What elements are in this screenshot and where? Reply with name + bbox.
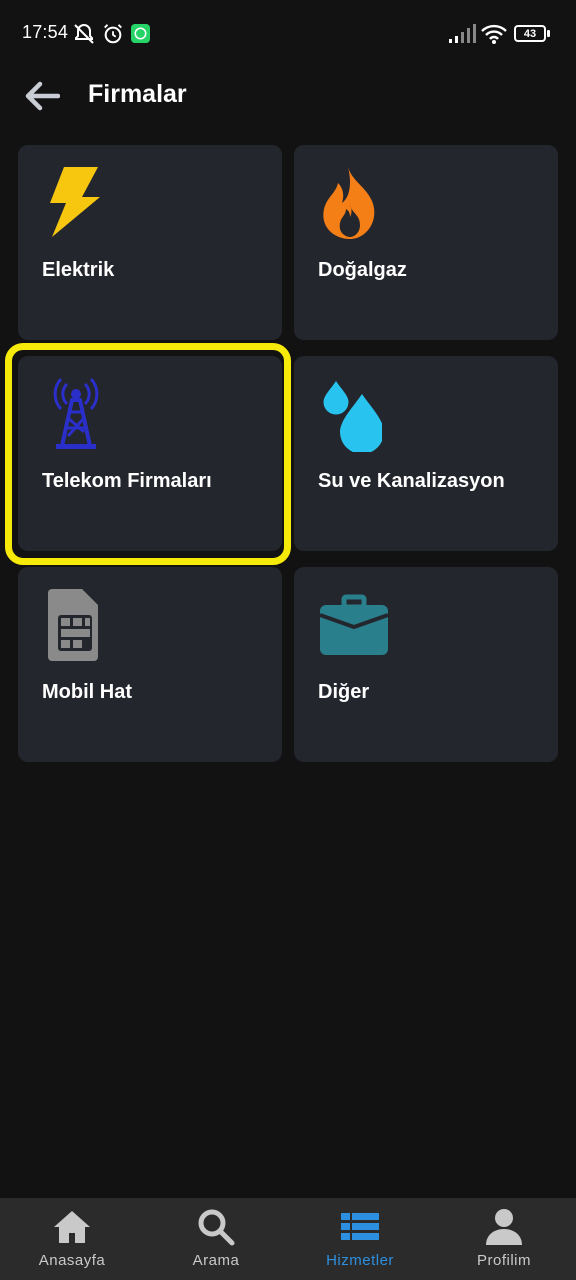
signal-tower-icon: [53, 378, 99, 449]
category-label: Doğalgaz: [318, 259, 407, 281]
bell-off-icon: [74, 23, 94, 44]
nav-item-hizmetler[interactable]: Hizmetler: [288, 1198, 432, 1280]
category-label: Elektrik: [42, 259, 115, 281]
search-icon: [198, 1209, 235, 1246]
flame-icon: [323, 167, 375, 239]
category-card-elektrik[interactable]: Elektrik: [18, 145, 282, 340]
water-drops-icon: [320, 376, 382, 452]
nav-label: Anasayfa: [38, 1252, 106, 1269]
bottom-navigation: Anasayfa Arama Hizmetler Profilim: [0, 1198, 576, 1280]
nav-label: Arama: [192, 1252, 240, 1269]
category-card-su-kanalizasyon[interactable]: Su ve Kanalizasyon: [294, 356, 558, 551]
wifi-icon: [481, 24, 507, 44]
alarm-icon: [104, 24, 122, 44]
battery-icon: 43: [514, 25, 546, 42]
page-title: Firmalar: [88, 80, 187, 108]
battery-level: 43: [523, 27, 537, 40]
category-card-mobil-hat[interactable]: Mobil Hat: [18, 567, 282, 762]
list-icon: [341, 1213, 379, 1240]
nav-label: Hizmetler: [326, 1252, 394, 1269]
nav-item-profilim[interactable]: Profilim: [432, 1198, 576, 1280]
back-button[interactable]: [18, 76, 66, 116]
category-card-diger[interactable]: Diğer: [294, 567, 558, 762]
signal-icon: [449, 24, 476, 43]
user-icon: [486, 1209, 522, 1245]
status-bar: 17:54 43: [0, 0, 576, 68]
nav-item-arama[interactable]: Arama: [144, 1198, 288, 1280]
category-card-dogalgaz[interactable]: Doğalgaz: [294, 145, 558, 340]
category-label: Su ve Kanalizasyon: [318, 470, 505, 492]
status-time: 17:54: [22, 22, 69, 42]
lightning-bolt-icon: [50, 167, 100, 237]
category-label: Telekom Firmaları: [42, 470, 212, 492]
nav-label: Profilim: [476, 1252, 531, 1269]
arrow-left-icon: [25, 81, 60, 111]
category-card-telekom[interactable]: Telekom Firmaları: [18, 356, 282, 551]
briefcase-icon: [319, 594, 389, 655]
whatsapp-icon: [131, 24, 150, 43]
category-label: Diğer: [318, 681, 370, 703]
nav-item-anasayfa[interactable]: Anasayfa: [0, 1198, 144, 1280]
home-icon: [54, 1211, 90, 1243]
app-header: Firmalar: [0, 68, 576, 126]
battery-tip: [547, 30, 550, 37]
sim-card-icon: [48, 589, 98, 661]
category-label: Mobil Hat: [42, 681, 132, 703]
